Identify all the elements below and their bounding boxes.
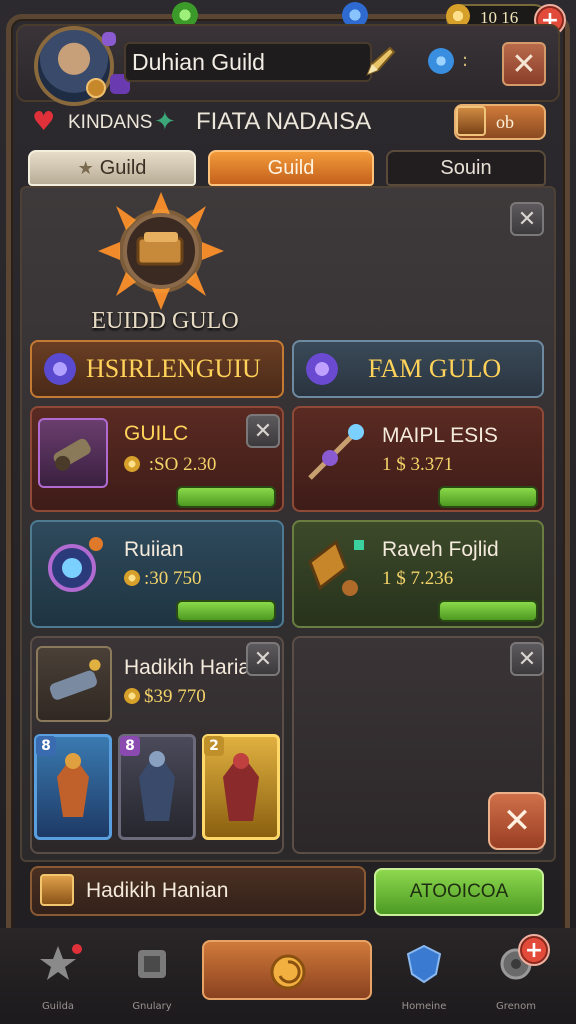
guild-header-label: FAM GULO xyxy=(368,354,502,383)
guild-member-field[interactable]: Hadikih Hanian xyxy=(30,866,366,916)
tab-guild-1[interactable]: ★ Guild xyxy=(28,150,196,186)
nav-home-main[interactable] xyxy=(202,940,372,1000)
purple-gem-icon xyxy=(102,32,116,46)
level-badge-icon xyxy=(86,78,106,98)
guild-screen: 10 16 + Duhian Guild : ✕ ♥ KINDANS ✦ FIA… xyxy=(0,0,576,1024)
stat-kindans: KINDANS xyxy=(68,112,153,133)
info-icon[interactable] xyxy=(428,48,454,74)
tab-label: Guild xyxy=(267,156,315,179)
card-title: Hadikih Harian xyxy=(124,656,262,679)
card-title: Raveh Fojlid xyxy=(382,538,499,561)
card-price: 1 $ 7.236 xyxy=(382,568,454,589)
remove-button[interactable]: ✕ xyxy=(488,792,546,850)
compass-icon xyxy=(38,532,108,602)
price-value: :30 750 xyxy=(144,568,202,589)
progress-bar xyxy=(438,600,538,622)
edit-pencil-icon[interactable] xyxy=(364,44,398,78)
nav-gallery[interactable]: Gnulary xyxy=(112,938,192,1018)
heart-icon: ♥ xyxy=(32,107,56,137)
shield-gem-icon xyxy=(44,353,76,385)
guild-name-field[interactable]: Duhian Guild xyxy=(124,42,372,82)
hero-level: 8 xyxy=(36,736,56,756)
nav-label: Grenom xyxy=(496,1001,536,1012)
card-close-button[interactable]: ✕ xyxy=(246,642,280,676)
cannon-icon xyxy=(38,418,108,488)
price-value: $39 770 xyxy=(144,686,206,707)
more-icon[interactable]: : xyxy=(462,50,468,71)
guild-emblem-icon xyxy=(98,192,224,310)
coin-icon xyxy=(124,456,140,472)
hero-level: 8 xyxy=(120,736,140,756)
tab-label: Guild xyxy=(99,156,147,179)
notification-dot xyxy=(72,944,82,954)
gem-icon xyxy=(306,353,338,385)
coin-icon xyxy=(124,570,140,586)
shield-icon xyxy=(406,944,442,984)
staff-icon xyxy=(300,418,370,488)
nav-label: Homeine xyxy=(401,1001,447,1012)
tab-label: Souin xyxy=(440,156,492,179)
cannon-barrel-icon xyxy=(36,646,112,722)
tab-souin[interactable]: Souin xyxy=(386,150,546,186)
nav-label: Gnulary xyxy=(132,1001,172,1012)
card-title: GUILC xyxy=(124,422,189,445)
spiral-icon xyxy=(270,954,306,990)
rewards-value: ob xyxy=(496,112,514,132)
nav-guild[interactable]: Guilda xyxy=(18,938,98,1018)
card-title: MAIPL ESIS xyxy=(382,424,498,447)
coin-icon xyxy=(124,688,140,704)
card-close-button[interactable]: ✕ xyxy=(246,414,280,448)
card-price: $39 770 xyxy=(124,686,206,708)
chest-icon xyxy=(40,874,74,906)
scroll-icon xyxy=(138,950,166,978)
add-button[interactable]: + xyxy=(518,934,550,966)
guild-header-label: HSIRLENGUIU xyxy=(86,354,261,383)
tab-guild-2[interactable]: Guild xyxy=(208,150,374,186)
action-button[interactable]: ATOOICOA xyxy=(374,868,544,916)
progress-bar xyxy=(176,486,276,508)
nav-home[interactable]: Homeine xyxy=(384,938,464,1018)
chest-icon xyxy=(456,106,486,136)
crossbow-icon xyxy=(300,532,370,602)
emblem-title: EUIDD GULO xyxy=(91,308,239,334)
card-price: :30 750 xyxy=(124,568,202,590)
leaf-icon: ✦ xyxy=(154,107,176,137)
slot-close-button[interactable]: ✕ xyxy=(510,642,544,676)
star-icon: ★ xyxy=(77,157,94,178)
close-button[interactable]: ✕ xyxy=(502,42,546,86)
nav-label: Guilda xyxy=(41,1001,75,1012)
progress-bar xyxy=(438,486,538,508)
price-value: :SO 2.30 xyxy=(144,454,217,475)
card-title: Ruiian xyxy=(124,538,184,561)
card-price: :SO 2.30 xyxy=(124,454,216,476)
hero-level: 2 xyxy=(204,736,224,756)
close-emblem-button[interactable]: ✕ xyxy=(510,202,544,236)
progress-bar xyxy=(176,600,276,622)
card-price: 1 $ 3.371 xyxy=(382,454,454,475)
stat-guild-title: FIATA NADAISA xyxy=(196,108,372,135)
